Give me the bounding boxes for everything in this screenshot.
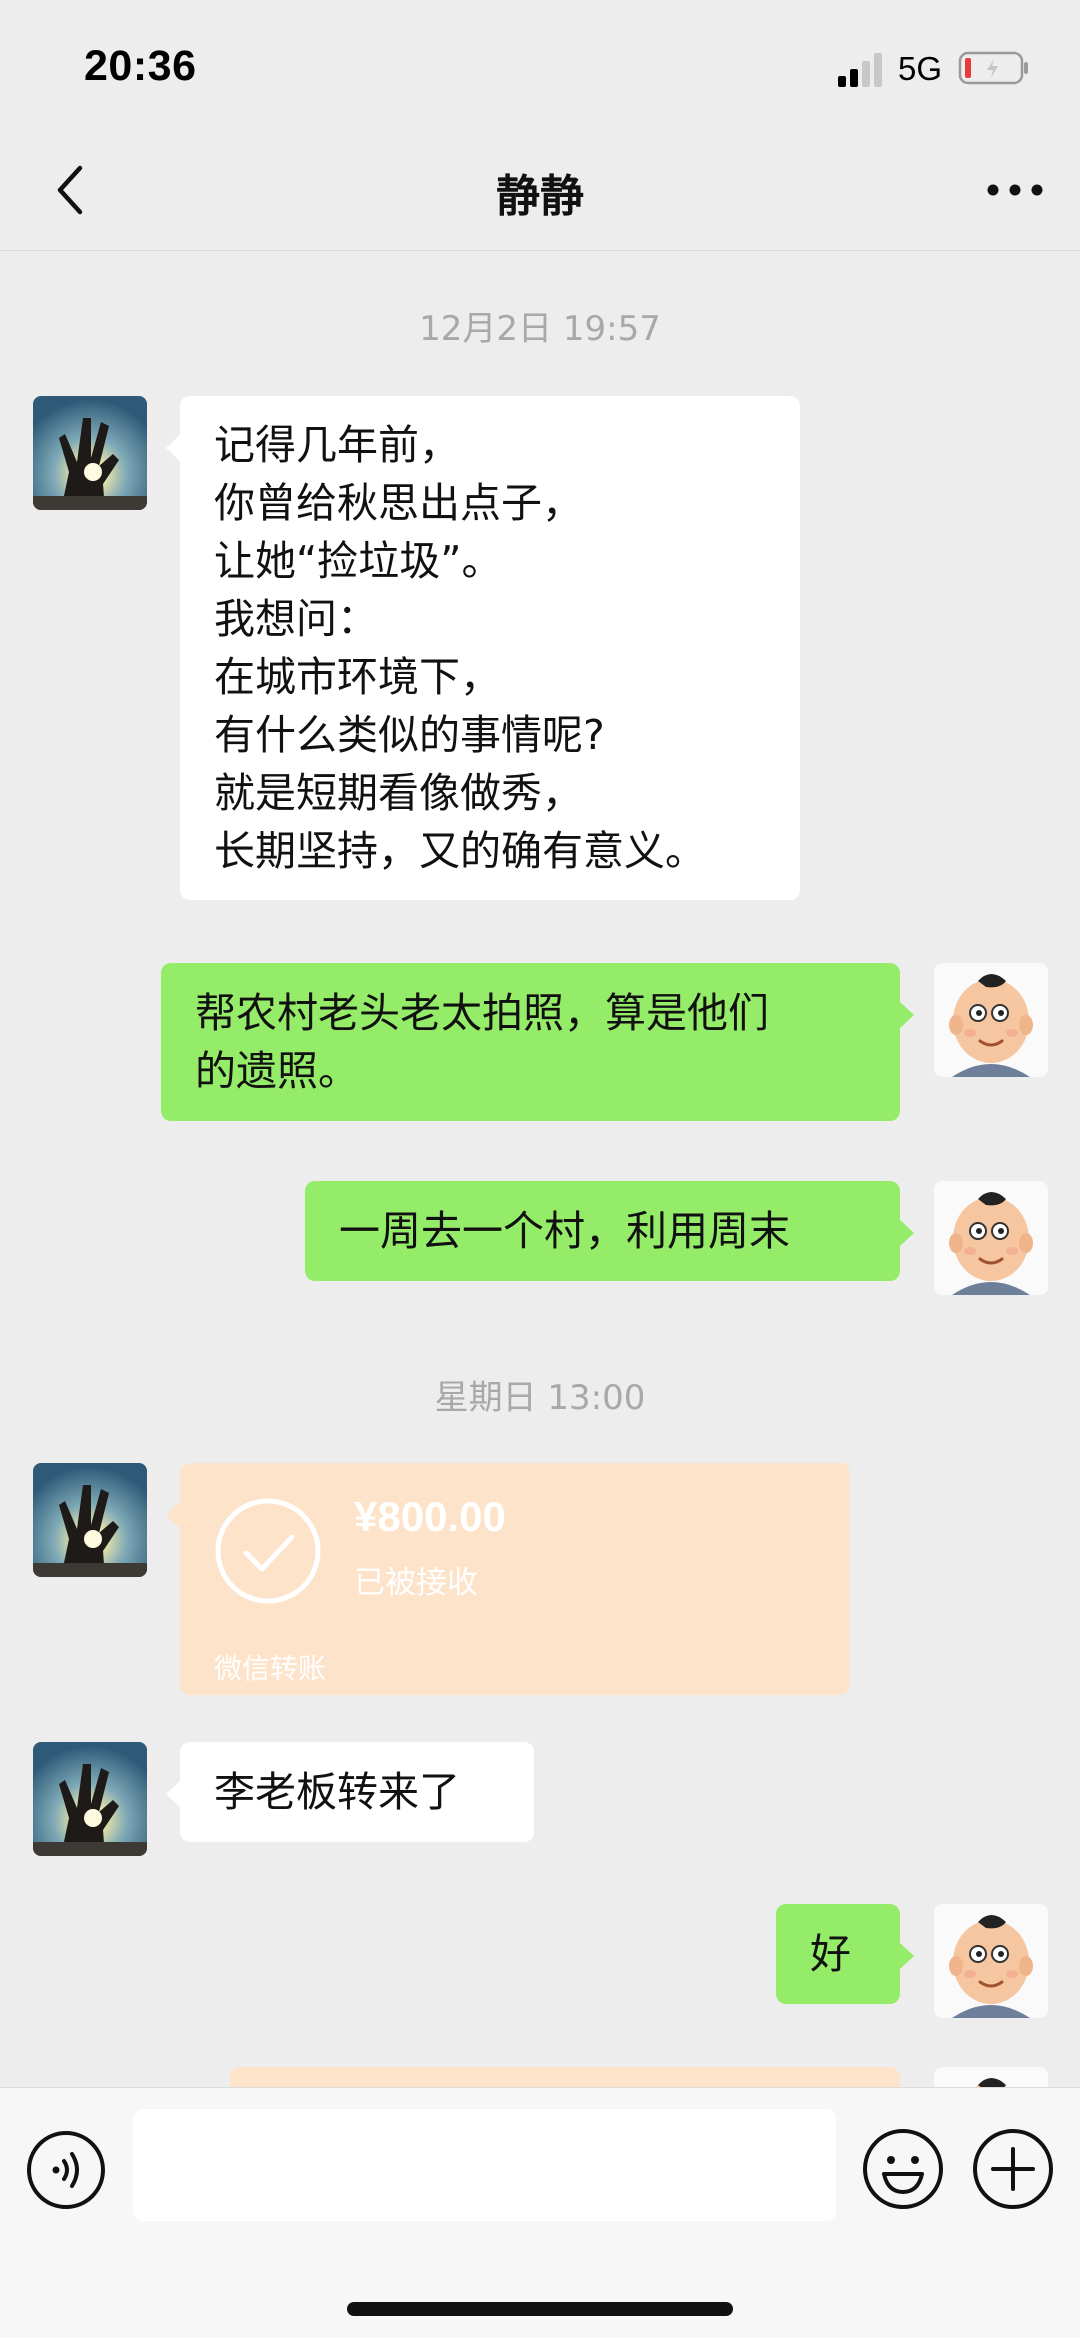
plus-icon[interactable]	[970, 2126, 1056, 2212]
home-indicator[interactable]	[347, 2302, 733, 2316]
message-input[interactable]	[133, 2109, 836, 2221]
timestamp: 星期日 13:00	[434, 1378, 646, 1418]
message-bubble-incoming[interactable]: 记得几年前， 你曾给秋思出点子， 让她“捡垃圾”。 我想问： 在城市环境下， 有…	[166, 396, 800, 900]
my-avatar[interactable]	[934, 963, 1048, 1077]
input-bar	[0, 2087, 1080, 2338]
transfer-footer: 微信转账	[214, 1652, 327, 1685]
contact-avatar[interactable]	[33, 1742, 147, 1856]
contact-avatar[interactable]	[33, 396, 147, 510]
my-avatar[interactable]	[934, 1181, 1048, 1295]
transfer-card-partial[interactable]	[230, 2067, 900, 2087]
battery-low-icon	[958, 51, 1028, 85]
my-avatar[interactable]	[934, 1904, 1048, 2018]
chat-area[interactable]: 12月2日 19:57 记得几年前， 你曾给秋思出点子， 让她“捡垃圾”。 我想…	[0, 251, 1080, 2087]
message-bubble-outgoing[interactable]: 一周去一个村，利用周末	[305, 1181, 914, 1281]
message-bubble-outgoing[interactable]: 帮农村老头老太拍照，算是他们 的遗照。	[161, 963, 914, 1121]
status-bar: 20:36 5G	[0, 0, 1080, 130]
transfer-card[interactable]: ¥800.00 已被接收 微信转账	[166, 1463, 850, 1695]
contact-avatar[interactable]	[33, 1463, 147, 1577]
more-dots-icon	[987, 184, 1043, 196]
timestamp: 12月2日 19:57	[419, 309, 661, 349]
voice-icon[interactable]	[24, 2128, 108, 2212]
my-avatar[interactable]	[934, 2067, 1048, 2087]
transfer-amount: ¥800.00	[354, 1493, 506, 1540]
transfer-status: 已被接收	[354, 1565, 478, 1601]
emoji-icon[interactable]	[860, 2126, 946, 2212]
more-button[interactable]	[970, 150, 1060, 230]
network-label: 5G	[898, 50, 943, 87]
chat-title: 静静	[496, 171, 584, 222]
nav-bar: 静静	[0, 130, 1080, 251]
signal-bars-icon	[838, 53, 882, 87]
status-time: 20:36	[84, 42, 197, 90]
message-bubble-outgoing[interactable]: 好	[776, 1904, 914, 2004]
check-circle-icon	[215, 1498, 321, 1604]
message-bubble-incoming[interactable]: 李老板转来了	[166, 1742, 534, 1842]
